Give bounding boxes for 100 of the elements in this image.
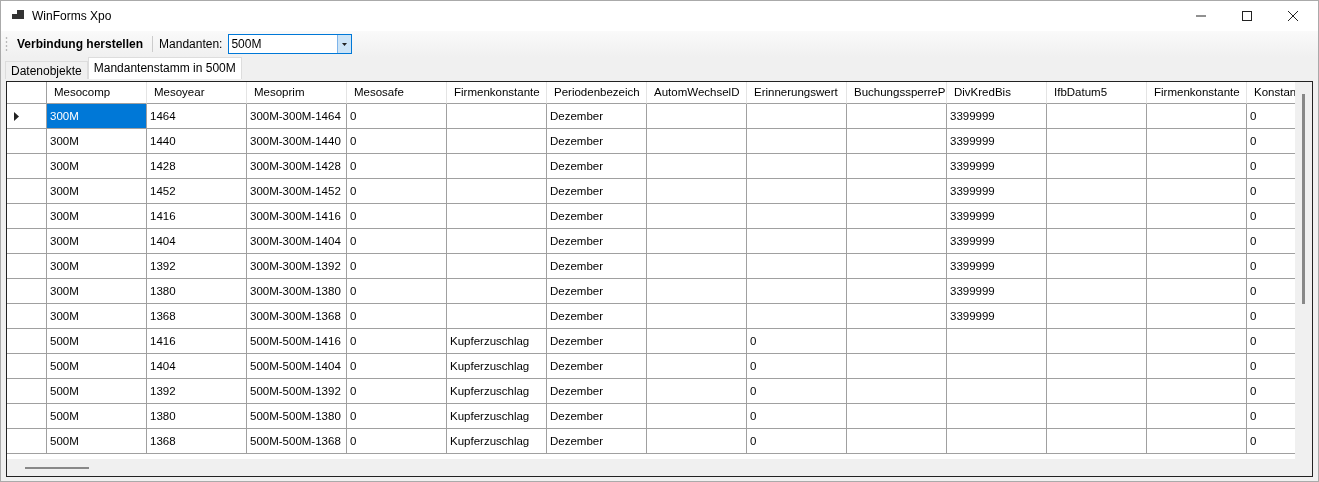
row-header[interactable] [7,154,47,179]
table-cell: 300M [47,129,147,154]
table-cell: Dezember [547,379,647,404]
table-cell: 300M-300M-1428 [247,154,347,179]
table-cell: 1416 [147,329,247,354]
table-cell: 300M-300M-1404 [247,229,347,254]
table-cell: 1404 [147,229,247,254]
close-icon[interactable] [1288,11,1298,21]
table-cell: 1380 [147,279,247,304]
table-cell: 500M-500M-1404 [247,354,347,379]
table-cell: 300M-300M-1368 [247,304,347,329]
column-header[interactable]: Mesosafe [347,82,447,104]
column-header[interactable]: Periodenbezeich [547,82,647,104]
table-cell: 0 [347,304,447,329]
table-cell: 300M [47,204,147,229]
table-cell: 0 [347,104,447,129]
table-cell: Kupferzuschlag [447,379,547,404]
table-cell: 300M-300M-1380 [247,279,347,304]
row-header[interactable] [7,404,47,429]
table-cell: 0 [347,379,447,404]
table-cell: 1392 [147,254,247,279]
horizontal-scrollbar[interactable] [7,459,1312,476]
column-header[interactable]: Mesoprim [247,82,347,104]
row-header [7,82,47,104]
table-cell: 0 [747,429,847,454]
column-header[interactable]: BuchungssperreP [847,82,947,104]
row-header[interactable] [7,329,47,354]
table-cell: Dezember [547,204,647,229]
table-cell: 0 [747,329,847,354]
table-cell: 0 [747,379,847,404]
table-cell: 300M-300M-1392 [247,254,347,279]
row-header[interactable] [7,304,47,329]
table-cell: 0 [347,154,447,179]
row-header[interactable] [7,204,47,229]
table-cell: 300M-300M-1464 [247,104,347,129]
table-cell: 0 [347,279,447,304]
app-icon [12,10,24,22]
column-header[interactable]: Firmenkonstante [447,82,547,104]
row-header[interactable] [7,229,47,254]
table-cell: 0 [347,329,447,354]
row-header[interactable] [7,179,47,204]
table-cell: Dezember [547,279,647,304]
table-cell: 500M [47,379,147,404]
table-cell: 500M [47,329,147,354]
table-cell: 500M [47,429,147,454]
table-cell: 0 [347,229,447,254]
table-cell: 0 [347,204,447,229]
table-cell: 0 [747,354,847,379]
table-cell: 500M [47,354,147,379]
table-cell: 0 [347,404,447,429]
table-cell: Dezember [547,354,647,379]
column-header[interactable]: Erinnerungswert [747,82,847,104]
tab[interactable]: Datenobjekte [5,61,88,79]
tab[interactable]: Mandantenstamm in 500M [87,57,242,79]
table-cell: 300M [47,104,147,129]
table-cell: 1428 [147,154,247,179]
vertical-scrollbar[interactable] [1295,82,1312,459]
row-header[interactable] [7,429,47,454]
table-cell: 3399999 [947,229,1047,254]
column-header[interactable]: Firmenkonstante [1147,82,1247,104]
table-cell: 300M [47,154,147,179]
current-row-icon [14,111,19,121]
table-cell: 3399999 [947,154,1047,179]
column-header[interactable]: Mesoyear [147,82,247,104]
table-cell: 1416 [147,204,247,229]
table-cell: Dezember [547,179,647,204]
table-cell: 3399999 [947,104,1047,129]
table-cell: Dezember [547,104,647,129]
table-cell: Dezember [547,404,647,429]
table-cell: 1404 [147,354,247,379]
table-cell: 300M [47,179,147,204]
table-cell: 300M [47,254,147,279]
table-cell: 300M-300M-1440 [247,129,347,154]
table-cell: 3399999 [947,204,1047,229]
column-header[interactable]: AutomWechselD [647,82,747,104]
connect-button[interactable]: Verbindung herstellen [14,35,147,53]
maximize-icon[interactable] [1242,11,1252,21]
table-cell: 3399999 [947,129,1047,154]
window-title: WinForms Xpo [32,9,112,23]
table-cell: 1440 [147,129,247,154]
row-header[interactable] [7,254,47,279]
mandant-dropdown[interactable]: 500M [228,34,353,54]
table-cell: 3399999 [947,279,1047,304]
table-cell: 300M [47,304,147,329]
table-cell: 500M-500M-1416 [247,329,347,354]
row-header[interactable] [7,279,47,304]
table-cell: 300M [47,279,147,304]
table-cell: 0 [347,129,447,154]
table-cell: Dezember [547,129,647,154]
table-cell: Kupferzuschlag [447,354,547,379]
column-header[interactable]: DivKredBis [947,82,1047,104]
row-header[interactable] [7,379,47,404]
grip-icon [5,36,8,52]
caret-icon [342,42,348,46]
row-header[interactable] [7,129,47,154]
table-cell: Kupferzuschlag [447,429,547,454]
table-cell: Kupferzuschlag [447,329,547,354]
row-header[interactable] [7,354,47,379]
table-cell: 3399999 [947,179,1047,204]
column-header[interactable]: IfbDatum5 [1047,82,1147,104]
